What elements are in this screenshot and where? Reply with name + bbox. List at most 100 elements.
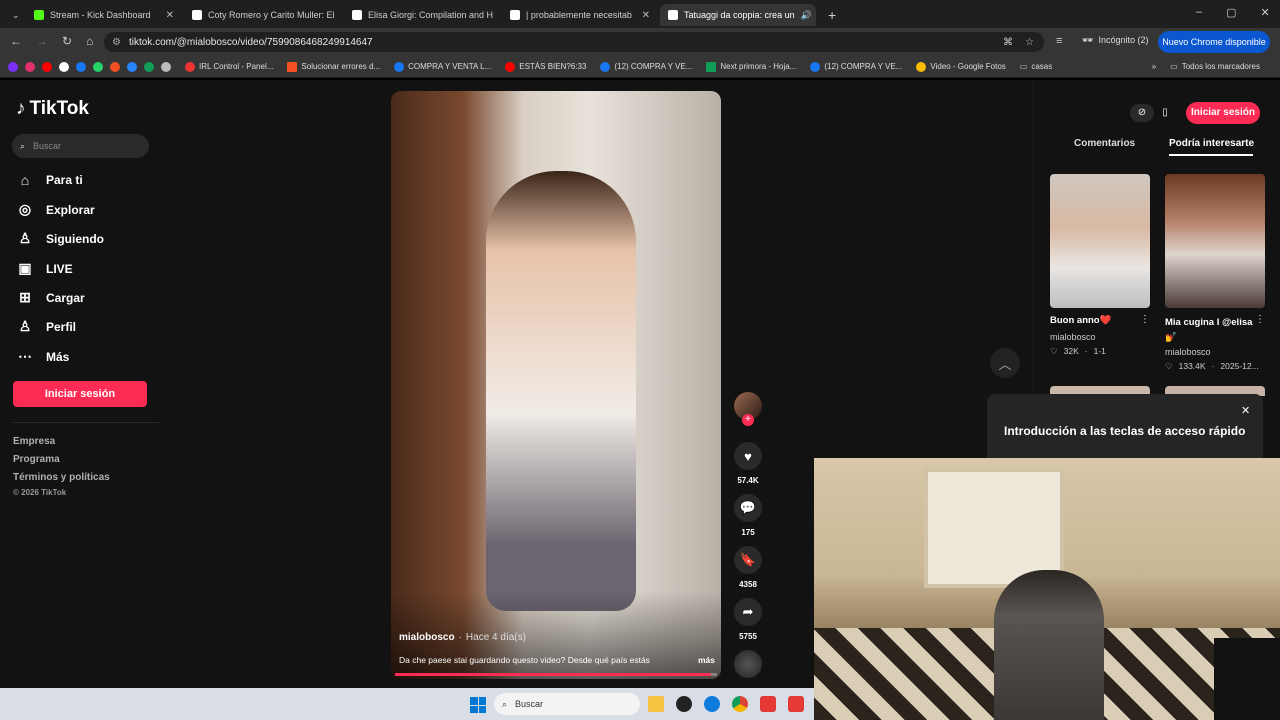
- close-icon[interactable]: ✕: [341, 10, 342, 21]
- chevron-right-icon[interactable]: »: [1152, 62, 1156, 71]
- video-player[interactable]: mialobosco · Hace 4 día(s) Da che paese st…: [391, 91, 721, 679]
- all-bookmarks[interactable]: ▭ Todos los marcadores: [1170, 62, 1260, 71]
- tab-3[interactable]: Elisa Giorgi: Compilation and H ✕: [344, 4, 500, 26]
- sheets-icon[interactable]: [144, 61, 154, 72]
- coin-icon[interactable]: ⊘: [1130, 104, 1154, 122]
- bookmark-item[interactable]: (12) COMPRA Y VE...: [600, 61, 692, 72]
- incognito-icon: 🕶: [1082, 35, 1094, 45]
- login-button[interactable]: Iniciar sesión: [13, 381, 147, 407]
- nav-explorar[interactable]: ◎ Explorar: [16, 201, 95, 218]
- audio-icon[interactable]: 🔊: [801, 10, 812, 21]
- video-author[interactable]: mialobosco: [399, 632, 455, 643]
- video-progress[interactable]: [395, 673, 717, 676]
- edge-icon[interactable]: [704, 696, 720, 712]
- chevron-up-icon[interactable]: ︿: [990, 348, 1020, 378]
- more-options-icon[interactable]: ⋮: [1140, 314, 1150, 325]
- maximize-icon[interactable]: ▢: [1226, 6, 1236, 19]
- update-chrome-button[interactable]: Nuevo Chrome disponible: [1158, 31, 1270, 53]
- minimize-icon[interactable]: –: [1196, 6, 1202, 19]
- youtube-icon[interactable]: [42, 61, 52, 72]
- nav-para-ti[interactable]: ⌂ Para ti: [16, 172, 83, 188]
- bookmark-item[interactable]: COMPRA Y VENTA L...: [394, 61, 491, 72]
- creator-avatar[interactable]: +: [734, 392, 762, 426]
- taskbar-search[interactable]: ⌕ Buscar: [494, 693, 640, 715]
- tab-1[interactable]: Stream - Kick Dashboard ✕: [26, 4, 182, 26]
- phone-icon[interactable]: ▯: [1158, 104, 1172, 122]
- close-icon[interactable]: ✕: [1241, 404, 1250, 417]
- whatsapp-icon[interactable]: [93, 61, 103, 72]
- bookmark-label: (12) COMPRA Y VE...: [824, 62, 903, 71]
- card-author[interactable]: mialobosco: [1050, 332, 1096, 342]
- facebook-icon[interactable]: [76, 61, 86, 72]
- card-title[interactable]: Mia cugina I @elisa💅: [1165, 315, 1255, 345]
- chrome-icon[interactable]: [732, 696, 748, 712]
- share-button[interactable]: ➦ 5755: [734, 598, 762, 641]
- globe-icon[interactable]: [161, 61, 171, 72]
- tab-5-active[interactable]: Tatuaggi da coppia: crea un🔊✕: [660, 4, 816, 26]
- active-tab-underline: [1169, 154, 1253, 156]
- close-icon[interactable]: ✕: [642, 10, 650, 21]
- tab-recommended[interactable]: Podría interesarte: [1169, 138, 1254, 149]
- forward-icon[interactable]: →: [36, 34, 48, 48]
- footer-link[interactable]: Empresa: [13, 436, 55, 447]
- login-button-top[interactable]: Iniciar sesión: [1186, 102, 1260, 124]
- music-disc-icon: [734, 650, 762, 678]
- new-tab-button[interactable]: +: [820, 4, 840, 26]
- close-icon[interactable]: ✕: [166, 10, 174, 21]
- microsoft-icon[interactable]: [110, 61, 120, 72]
- card-author[interactable]: mialobosco: [1165, 347, 1211, 357]
- caption-more[interactable]: más: [698, 655, 715, 665]
- home-icon[interactable]: ⌂: [86, 34, 93, 48]
- bookmark-item[interactable]: Solucionar errores d...: [287, 61, 380, 72]
- search-input[interactable]: ⌕ Buscar: [12, 134, 149, 158]
- nav-siguiendo[interactable]: ♙ Siguiendo: [16, 230, 104, 247]
- reload-icon[interactable]: ↻: [62, 34, 72, 48]
- save-button[interactable]: 🔖 4358: [734, 546, 762, 589]
- file-explorer-icon[interactable]: [648, 696, 664, 712]
- close-icon[interactable]: ✕: [499, 10, 500, 21]
- windows-start-icon[interactable]: [470, 697, 486, 713]
- bookmark-folder[interactable]: ▭ casas: [1020, 62, 1052, 71]
- video-thumbnail[interactable]: [1165, 174, 1265, 308]
- video-thumbnail[interactable]: [1050, 174, 1150, 308]
- footer-link[interactable]: Programa: [13, 454, 60, 465]
- twitch-icon[interactable]: [8, 61, 18, 72]
- tiktok-logo[interactable]: ♪ TikTok: [16, 98, 89, 120]
- nav-perfil[interactable]: ♙ Perfil: [16, 318, 76, 335]
- like-button[interactable]: ♥ 57.4K: [734, 442, 762, 485]
- app-icon[interactable]: [788, 696, 804, 712]
- incognito-indicator[interactable]: 🕶 Incógnito (2): [1082, 35, 1148, 46]
- site-info-icon[interactable]: ⚙: [112, 37, 121, 48]
- tab-4[interactable]: | probablemente necesitab ✕: [502, 4, 658, 26]
- nav-cargar[interactable]: ⊞ Cargar: [16, 289, 85, 306]
- footer-link[interactable]: Términos y políticas: [13, 472, 110, 483]
- x-icon[interactable]: [59, 61, 69, 72]
- music-disc[interactable]: [734, 650, 762, 678]
- tab-comments[interactable]: Comentarios: [1074, 138, 1135, 149]
- follow-plus-icon[interactable]: +: [742, 414, 754, 426]
- nav-live[interactable]: ▣ LIVE: [16, 260, 72, 277]
- media-icon[interactable]: ≡: [1056, 35, 1062, 47]
- more-options-icon[interactable]: ⋮: [1255, 314, 1265, 325]
- bookmark-item[interactable]: IRL Control - Panel...: [185, 61, 274, 72]
- url-text[interactable]: tiktok.com/@mialobosco/video/75990864682…: [129, 37, 373, 48]
- tab-search-button[interactable]: ⌄: [4, 4, 24, 26]
- tab-2[interactable]: Coty Romero y Carito Muller: El ✕: [184, 4, 342, 26]
- card-title[interactable]: Buon anno❤️: [1050, 315, 1136, 326]
- address-bar[interactable]: ⚙ tiktok.com/@mialobosco/video/759908646…: [104, 32, 1044, 52]
- instagram-icon[interactable]: [25, 61, 35, 72]
- nav-mas[interactable]: ⋯ Más: [16, 348, 69, 365]
- comment-button[interactable]: 💬 175: [734, 494, 762, 537]
- close-window-icon[interactable]: ✕: [1261, 6, 1270, 19]
- bookmark-item[interactable]: Next primora - Hoja...: [706, 61, 796, 72]
- bookmark-item[interactable]: ESTÁS BIEN?6:33: [505, 61, 586, 72]
- star-icon[interactable]: ☆: [1025, 37, 1034, 48]
- app-icon[interactable]: [760, 696, 776, 712]
- translate-icon[interactable]: ⌘: [1003, 37, 1013, 48]
- bookmark-item[interactable]: (12) COMPRA Y VE...: [810, 61, 903, 72]
- obs-icon[interactable]: [676, 696, 692, 712]
- bookmark-label: IRL Control - Panel...: [199, 62, 274, 71]
- back-icon[interactable]: ←: [10, 34, 22, 48]
- meet-icon[interactable]: [127, 61, 137, 72]
- bookmark-item[interactable]: Video - Google Fotos: [916, 61, 1006, 72]
